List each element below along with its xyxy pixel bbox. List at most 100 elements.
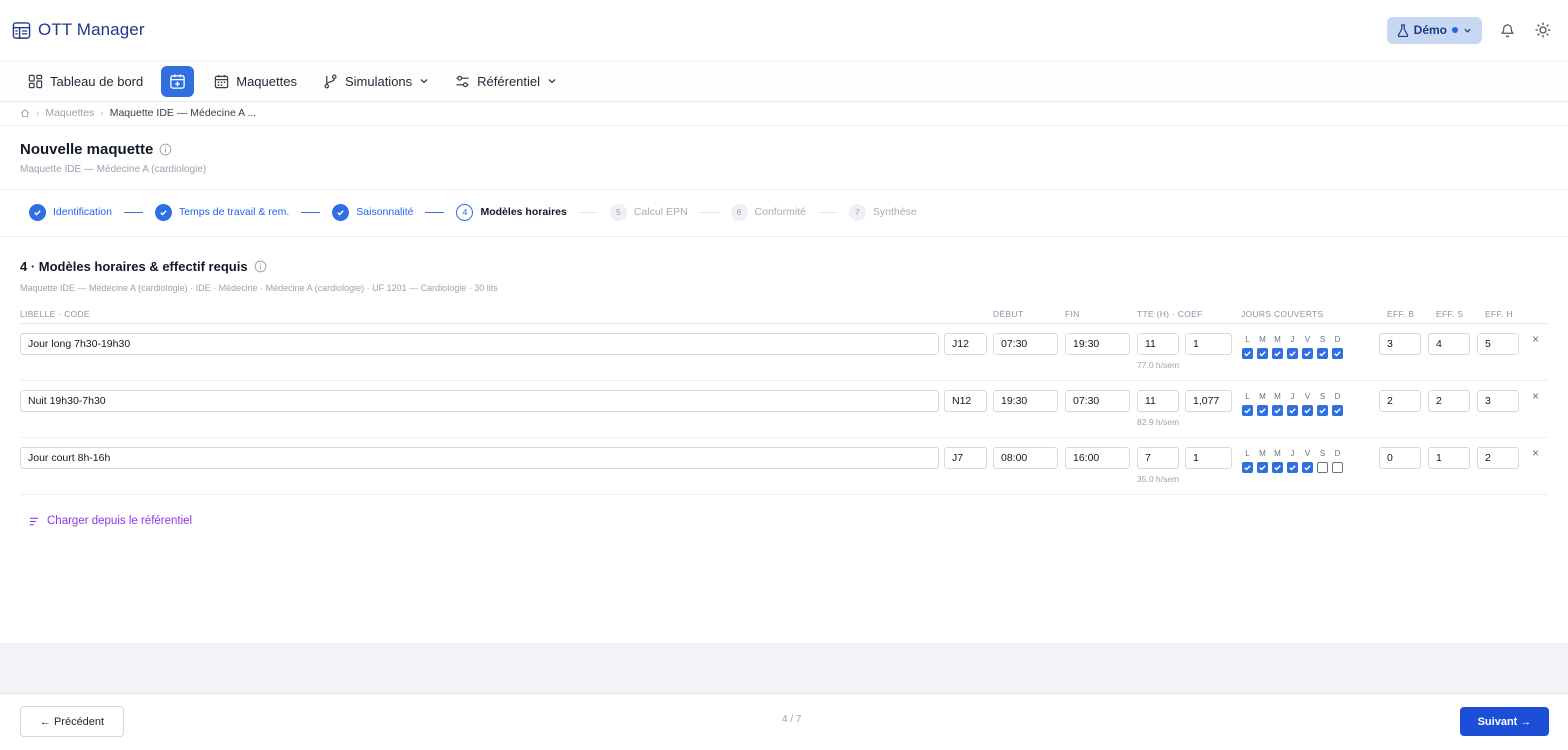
nav-simulations[interactable]: Simulations <box>315 65 437 97</box>
coef-input[interactable]: 1,077 <box>1185 390 1232 412</box>
coef-input[interactable]: 1 <box>1185 447 1232 469</box>
theme-toggle-button[interactable] <box>1532 19 1554 41</box>
check-icon <box>29 203 46 221</box>
day-checkbox-checked[interactable] <box>1257 405 1268 416</box>
step-conformite[interactable]: 6 Conformité <box>730 203 806 221</box>
day-checkbox-checked[interactable] <box>1287 405 1298 416</box>
dashboard-icon <box>28 74 43 89</box>
step-connector <box>301 211 321 213</box>
nav-referentiel[interactable]: Référentiel <box>447 65 565 97</box>
next-button[interactable]: Suivant → <box>1460 707 1549 736</box>
previous-button[interactable]: ← Précédent <box>20 706 124 737</box>
debut-input[interactable]: 08:00 <box>993 447 1058 469</box>
day-checkbox-checked[interactable] <box>1317 348 1328 359</box>
day-checkbox-checked[interactable] <box>1257 462 1268 473</box>
eff-s-input[interactable]: 1 <box>1428 447 1470 469</box>
nav-new-maquette[interactable] <box>161 65 195 97</box>
step-identification[interactable]: Identification <box>29 203 112 221</box>
main-nav: Tableau de bord Maquettes Simulations Ré… <box>0 60 1568 102</box>
code-input[interactable]: N12 <box>944 390 987 412</box>
eff-s-input[interactable]: 4 <box>1428 333 1470 355</box>
load-from-referentiel-button[interactable]: Charger depuis le référentiel <box>29 515 192 527</box>
check-icon <box>1304 408 1311 414</box>
check-icon <box>1334 351 1341 357</box>
eff-h-input[interactable]: 2 <box>1477 447 1519 469</box>
eff-h-input[interactable]: 5 <box>1477 333 1519 355</box>
step-modeles-horaires[interactable]: 4 Modèles horaires <box>456 203 567 221</box>
demo-mode-button[interactable]: Démo <box>1386 16 1482 44</box>
hours-per-week: 35.0 h/sem <box>1137 474 1180 484</box>
step-synthese[interactable]: 7 Synthèse <box>848 203 917 221</box>
day-checkbox-unchecked[interactable] <box>1317 462 1328 473</box>
tte-input[interactable]: 11 <box>1137 333 1179 355</box>
day-checkbox-checked[interactable] <box>1317 405 1328 416</box>
day-checkbox-checked[interactable] <box>1287 348 1298 359</box>
brand[interactable]: OTT Manager <box>12 20 145 40</box>
day-checkbox-checked[interactable] <box>1287 462 1298 473</box>
eff-h-input[interactable]: 3 <box>1477 390 1519 412</box>
col-header-jours: JOURS COUVERTS <box>1241 309 1324 319</box>
code-input[interactable]: J7 <box>944 447 987 469</box>
fin-input[interactable]: 16:00 <box>1065 447 1130 469</box>
day-checkbox-checked[interactable] <box>1302 348 1313 359</box>
day-checkbox-checked[interactable] <box>1302 462 1313 473</box>
calendar-plus-icon <box>169 73 186 90</box>
step-number: 7 <box>848 203 866 221</box>
tte-input[interactable]: 7 <box>1137 447 1179 469</box>
step-calcul-epn[interactable]: 5 Calcul EPN <box>609 203 688 221</box>
day-letter: L <box>1245 449 1250 458</box>
day-checkbox-checked[interactable] <box>1272 348 1283 359</box>
fin-input[interactable]: 19:30 <box>1065 333 1130 355</box>
nav-dashboard[interactable]: Tableau de bord <box>20 65 151 97</box>
code-input[interactable]: J12 <box>944 333 987 355</box>
day-checkbox-checked[interactable] <box>1332 348 1343 359</box>
day-checkbox-checked[interactable] <box>1272 462 1283 473</box>
notifications-button[interactable] <box>1496 19 1518 41</box>
nav-maquettes-label: Maquettes <box>236 73 297 89</box>
day-checkbox-checked[interactable] <box>1242 405 1253 416</box>
nav-maquettes[interactable]: Maquettes <box>206 65 305 97</box>
tte-input[interactable]: 11 <box>1137 390 1179 412</box>
step-number: 5 <box>609 203 627 221</box>
day-checkbox-checked[interactable] <box>1257 348 1268 359</box>
debut-input[interactable]: 07:30 <box>993 333 1058 355</box>
coef-input[interactable]: 1 <box>1185 333 1232 355</box>
step-label: Modèles horaires <box>480 206 567 218</box>
day-checkbox-checked[interactable] <box>1242 462 1253 473</box>
day-checkbox-unchecked[interactable] <box>1332 462 1343 473</box>
check-icon <box>1289 408 1296 414</box>
step-temps-travail[interactable]: Temps de travail & rem. <box>154 203 289 221</box>
remove-row-button[interactable]: × <box>1532 446 1539 460</box>
eff-b-input[interactable]: 2 <box>1379 390 1421 412</box>
step-saisonnalite[interactable]: Saisonnalité <box>332 203 413 221</box>
check-icon <box>1289 465 1296 471</box>
eff-s-input[interactable]: 2 <box>1428 390 1470 412</box>
info-icon[interactable] <box>159 143 172 156</box>
debut-input[interactable]: 19:30 <box>993 390 1058 412</box>
libelle-input[interactable]: Jour court 8h-16h <box>20 447 939 469</box>
day-checkbox-checked[interactable] <box>1272 405 1283 416</box>
col-header-libelle: LIBELLE · CODE <box>20 309 90 319</box>
check-icon <box>1274 351 1281 357</box>
eff-b-input[interactable]: 0 <box>1379 447 1421 469</box>
check-icon <box>1289 351 1296 357</box>
libelle-input[interactable]: Nuit 19h30-7h30 <box>20 390 939 412</box>
day-checkbox-checked[interactable] <box>1302 405 1313 416</box>
libelle-input[interactable]: Jour long 7h30-19h30 <box>20 333 939 355</box>
fin-input[interactable]: 07:30 <box>1065 390 1130 412</box>
section-title-text: 4 · Modèles horaires & effectif requis <box>20 259 248 274</box>
days-checkboxes <box>1242 405 1347 416</box>
day-checkbox-checked[interactable] <box>1332 405 1343 416</box>
breadcrumb-maquettes[interactable]: Maquettes <box>45 107 94 119</box>
remove-row-button[interactable]: × <box>1532 332 1539 346</box>
info-icon[interactable] <box>254 260 267 273</box>
check-icon <box>1259 408 1266 414</box>
day-checkbox-checked[interactable] <box>1242 348 1253 359</box>
remove-row-button[interactable]: × <box>1532 389 1539 403</box>
branch-icon <box>323 74 338 89</box>
nav-referentiel-label: Référentiel <box>477 73 541 89</box>
breadcrumb-current: Maquette IDE — Médecine A ... <box>109 107 257 119</box>
eff-b-input[interactable]: 3 <box>1379 333 1421 355</box>
day-letter: J <box>1290 335 1295 344</box>
home-icon[interactable] <box>20 108 30 118</box>
